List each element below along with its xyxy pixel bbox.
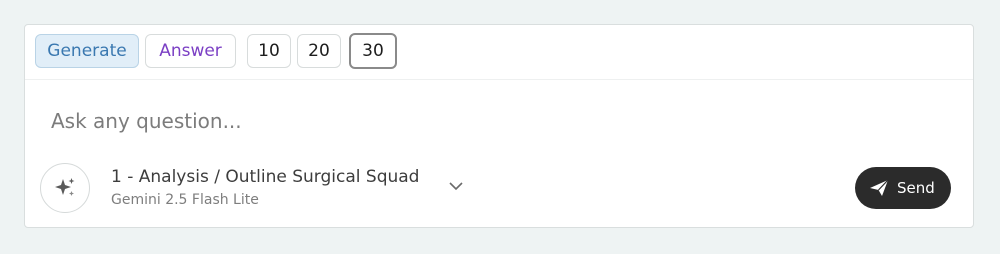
model-avatar[interactable] bbox=[40, 163, 90, 213]
sparkles-icon bbox=[55, 178, 75, 196]
model-title[interactable]: 1 - Analysis / Outline Surgical Squad bbox=[111, 167, 419, 187]
chevron-down-icon[interactable] bbox=[449, 181, 463, 191]
paper-plane-icon bbox=[870, 179, 889, 196]
question-input[interactable]: Ask any question... bbox=[51, 109, 242, 133]
send-label: Send bbox=[897, 179, 935, 197]
model-subtitle: Gemini 2.5 Flash Lite bbox=[111, 192, 259, 208]
count-option-10[interactable]: 10 bbox=[247, 34, 291, 68]
chat-composer: Generate Answer 10 20 30 Ask any questio… bbox=[24, 24, 974, 228]
toolbar: Generate Answer 10 20 30 bbox=[25, 25, 973, 80]
count-option-20[interactable]: 20 bbox=[297, 34, 341, 68]
answer-button[interactable]: Answer bbox=[145, 34, 236, 68]
count-option-30[interactable]: 30 bbox=[349, 33, 397, 69]
send-button[interactable]: Send bbox=[855, 167, 951, 209]
generate-button[interactable]: Generate bbox=[35, 34, 139, 68]
